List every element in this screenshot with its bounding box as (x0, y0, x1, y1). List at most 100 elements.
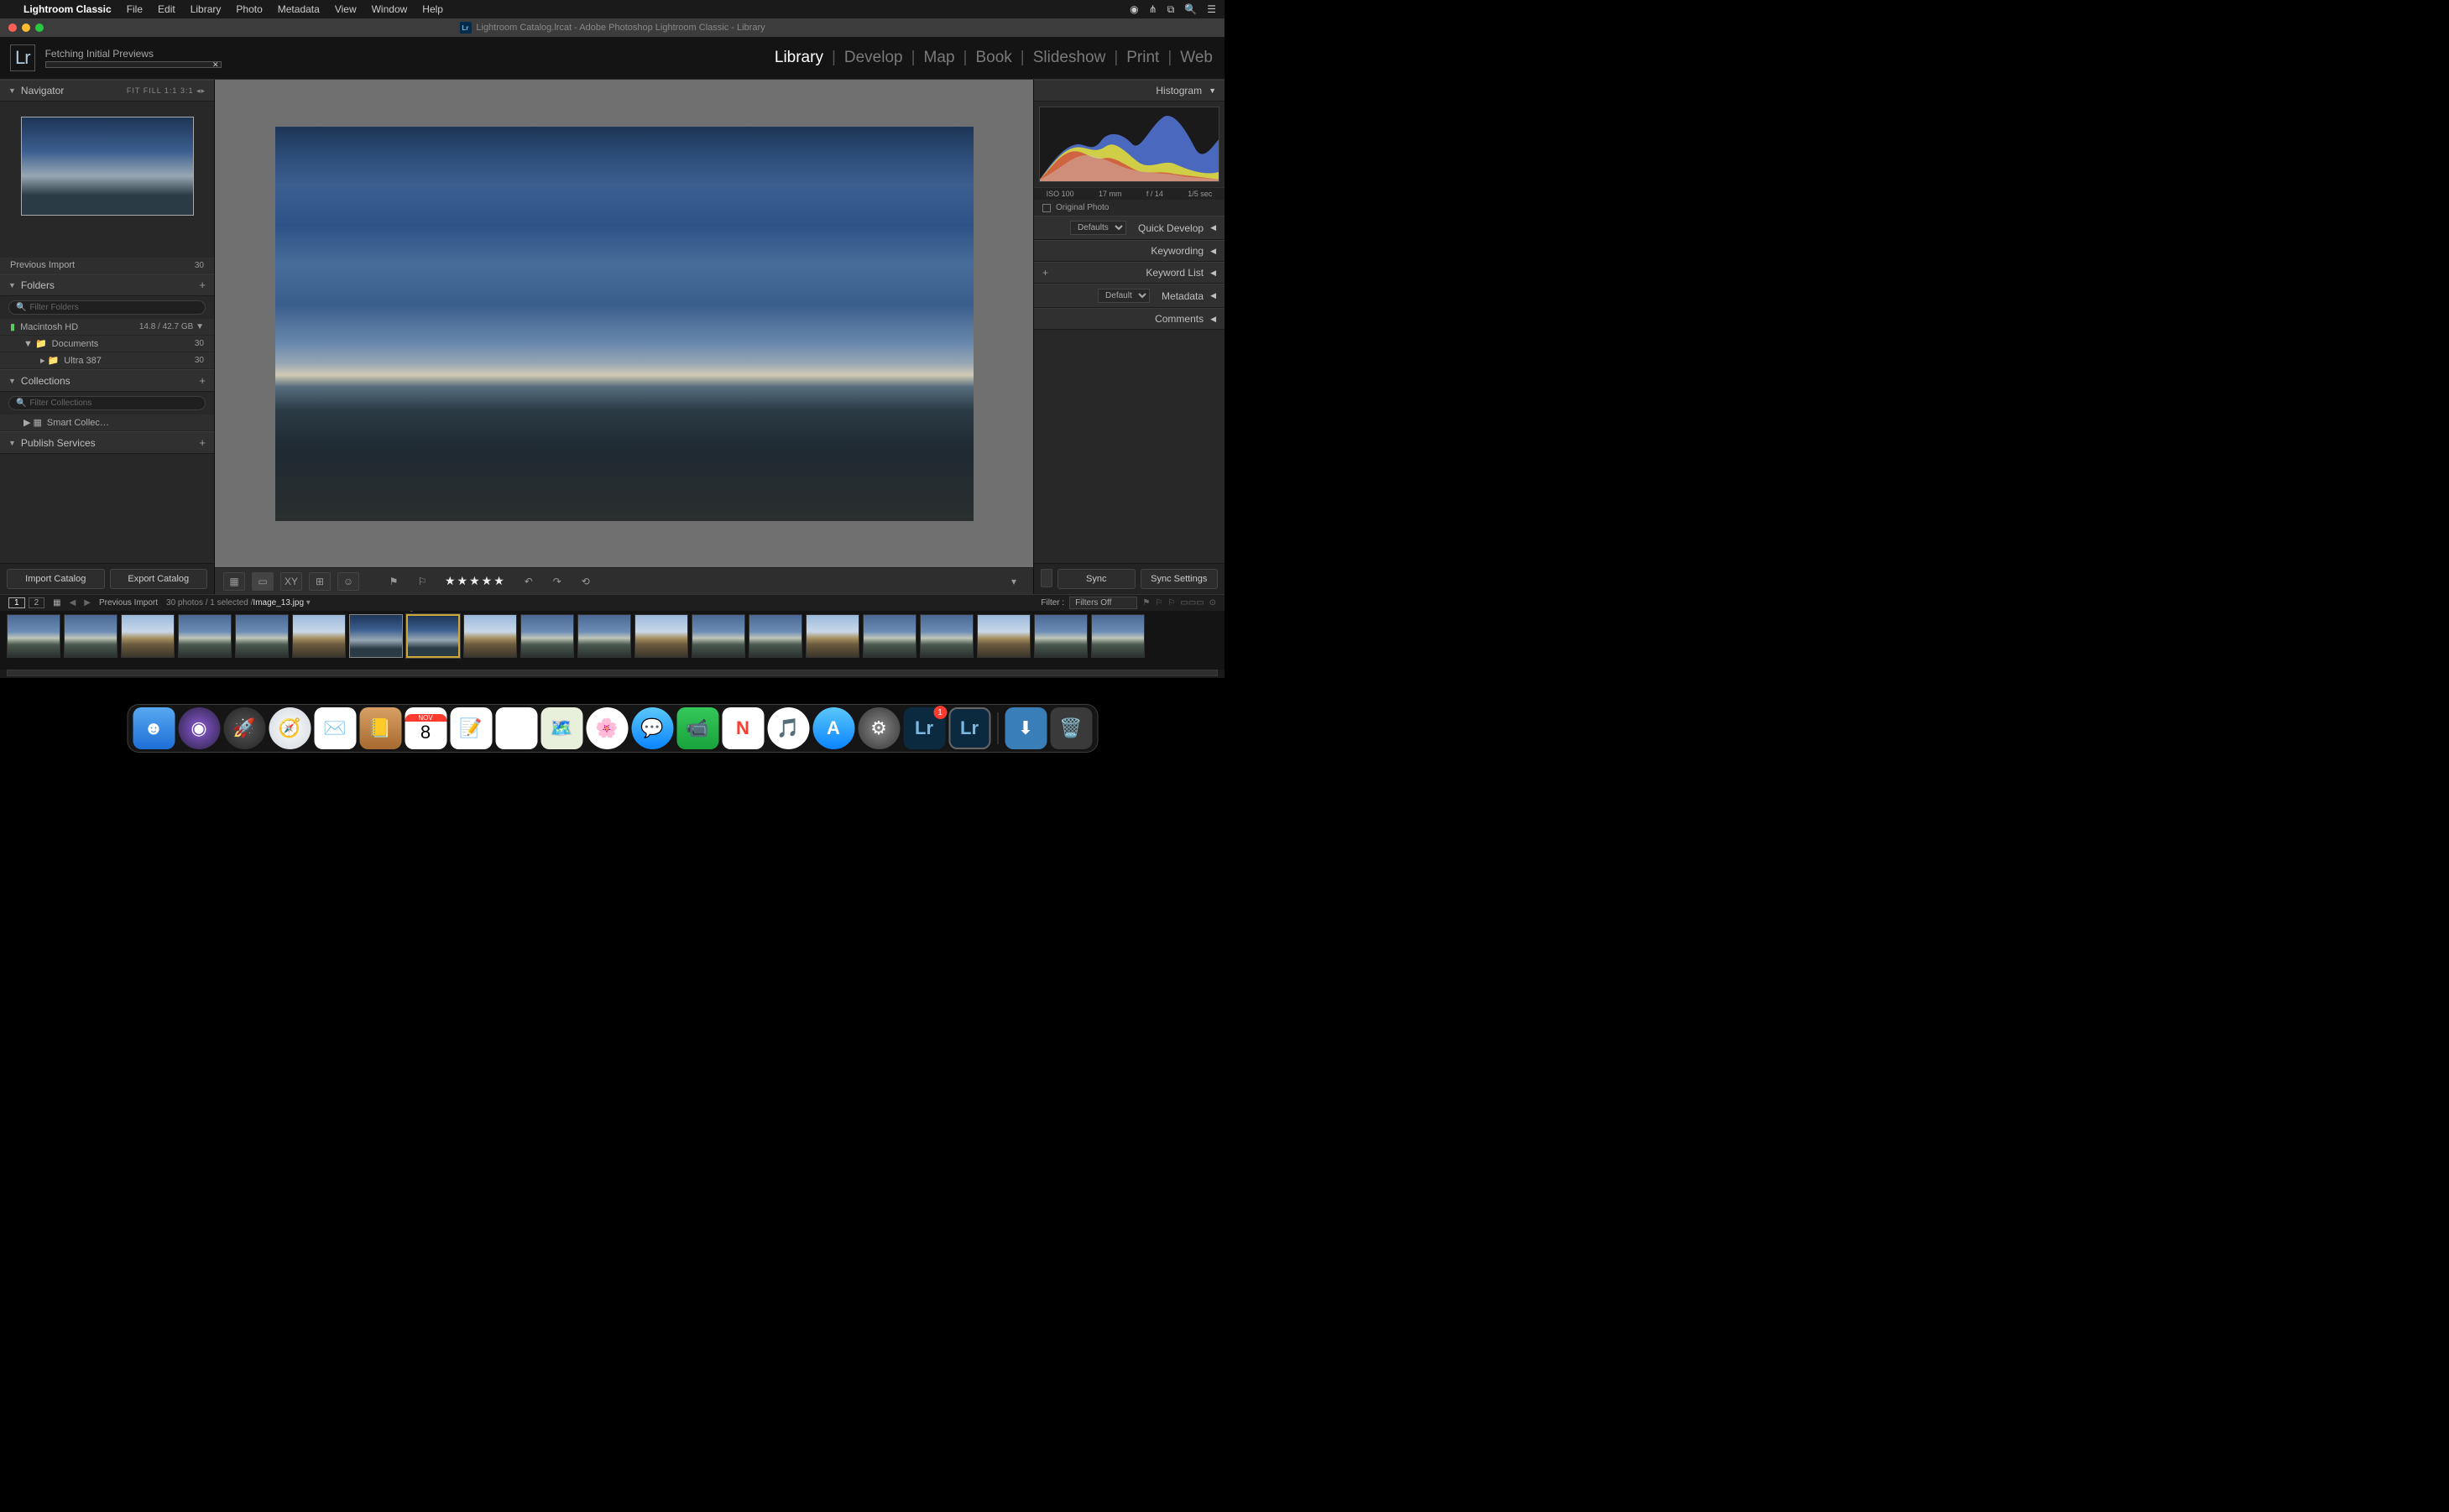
sync-icon[interactable]: ⟲ (575, 572, 597, 591)
rotate-ccw-button[interactable]: ↶ (518, 572, 540, 591)
folder-documents[interactable]: ▼ 📁 Documents 30 (0, 336, 214, 352)
filmstrip-thumb[interactable]: 17 (920, 614, 974, 658)
menubar-airplay-icon[interactable]: ⧉ (1167, 3, 1175, 16)
menu-help[interactable]: Help (422, 3, 443, 15)
menu-view[interactable]: View (335, 3, 357, 15)
menubar-notifications-icon[interactable]: ◉ (1130, 3, 1138, 15)
module-develop[interactable]: Develop (844, 49, 903, 67)
filmstrip-thumb[interactable]: 20 (1091, 614, 1145, 658)
filmstrip-thumb[interactable]: 9 (463, 614, 517, 658)
filmstrip-thumb[interactable]: 12 (634, 614, 688, 658)
secondary-display-1-button[interactable]: 1 (8, 597, 25, 608)
dock-maps-icon[interactable]: 🗺️ (540, 707, 582, 749)
dock-notes-icon[interactable]: 📝 (450, 707, 492, 749)
app-name[interactable]: Lightroom Classic (23, 3, 112, 15)
dock-siri-icon[interactable]: ◉ (178, 707, 220, 749)
filmstrip-thumb[interactable]: 6 (292, 614, 346, 658)
progress-cancel-icon[interactable]: ✕ (212, 60, 219, 70)
dock-settings-icon[interactable]: ⚙︎ (858, 707, 900, 749)
collections-header[interactable]: ▼Collections + (0, 369, 214, 392)
filmstrip-prev-button[interactable]: ◀ (70, 598, 76, 607)
filter-select[interactable]: Filters Off (1069, 597, 1137, 609)
filter-collections-input[interactable]: 🔍 Filter Collections (8, 396, 206, 410)
dock-contacts-icon[interactable]: 📒 (359, 707, 401, 749)
menubar-bluetooth-icon[interactable]: ⋔ (1149, 3, 1157, 15)
filmstrip-thumb[interactable]: 2 (64, 614, 117, 658)
dock-music-icon[interactable]: 🎵 (767, 707, 809, 749)
filter-flag-pick-icon[interactable]: ⚑ (1142, 598, 1150, 607)
window-close-button[interactable] (8, 23, 17, 32)
import-catalog-button[interactable]: Import Catalog (7, 569, 105, 589)
filmstrip-thumb[interactable]: 1 (7, 614, 60, 658)
flag-pick-button[interactable]: ⚑ (383, 572, 405, 591)
menu-library[interactable]: Library (191, 3, 222, 15)
dock-reminders-icon[interactable]: ☑︎ (495, 707, 537, 749)
rotate-cw-button[interactable]: ↷ (546, 572, 568, 591)
original-photo-checkbox[interactable]: Original Photo (1034, 200, 1224, 216)
module-book[interactable]: Book (975, 49, 1011, 67)
filmstrip-thumb[interactable]: 16 (863, 614, 916, 658)
dock-lightroom-active-icon[interactable]: Lr (948, 707, 990, 749)
collections-add-icon[interactable]: + (199, 374, 206, 387)
main-photo[interactable] (275, 127, 974, 521)
filmstrip-next-button[interactable]: ▶ (84, 598, 91, 607)
publish-add-icon[interactable]: + (199, 436, 206, 449)
keyword-list-add-icon[interactable]: + (1042, 267, 1048, 279)
filter-lock-icon[interactable]: ⊙ (1209, 598, 1216, 607)
filmstrip-thumb[interactable]: 3 (121, 614, 175, 658)
menu-metadata[interactable]: Metadata (278, 3, 320, 15)
filmstrip-thumb[interactable]: 15 (806, 614, 859, 658)
dock-trash-icon[interactable]: 🗑️ (1050, 707, 1092, 749)
window-maximize-button[interactable] (35, 23, 44, 32)
dock-facetime-icon[interactable]: 📹 (676, 707, 718, 749)
filmstrip-thumb[interactable]: 19 (1034, 614, 1088, 658)
module-print[interactable]: Print (1126, 49, 1159, 67)
grid-view-button[interactable]: ▦ (223, 572, 245, 591)
filmstrip-thumb[interactable]: 8 (406, 614, 460, 658)
survey-view-button[interactable]: ⊞ (309, 572, 331, 591)
navigator-header[interactable]: ▼Navigator FIT FILL 1:1 3:1 ◂▸ (0, 80, 214, 102)
dock-messages-icon[interactable]: 💬 (631, 707, 673, 749)
filmstrip-thumb[interactable]: 13 (692, 614, 745, 658)
filter-color-label-icon[interactable]: ▭▭▭ (1180, 598, 1204, 607)
comments-header[interactable]: Comments◀ (1034, 308, 1224, 330)
module-map[interactable]: Map (924, 49, 955, 67)
keyword-list-header[interactable]: + Keyword List◀ (1034, 262, 1224, 284)
menu-window[interactable]: Window (372, 3, 408, 15)
filter-flag-reject-icon[interactable]: ⚐ (1167, 598, 1175, 607)
quick-develop-header[interactable]: Defaults Quick Develop◀ (1034, 216, 1224, 240)
histogram-header[interactable]: Histogram▼ (1034, 80, 1224, 102)
dock-mail-icon[interactable]: ✉️ (314, 707, 356, 749)
menu-edit[interactable]: Edit (158, 3, 175, 15)
quick-develop-preset-select[interactable]: Defaults (1070, 221, 1126, 235)
filmstrip-thumb[interactable]: 5 (235, 614, 289, 658)
filmstrip-thumb[interactable]: 18 (977, 614, 1031, 658)
export-catalog-button[interactable]: Export Catalog (110, 569, 208, 589)
folders-add-icon[interactable]: + (199, 279, 206, 291)
previous-import-row[interactable]: Previous Import 30 (0, 258, 214, 274)
sync-toggle-button[interactable] (1041, 569, 1052, 587)
metadata-preset-select[interactable]: Default (1098, 289, 1150, 303)
filmstrip[interactable]: 1234567891011121314151617181920 (0, 611, 1224, 670)
toolbar-menu-button[interactable]: ▾ (1003, 572, 1025, 591)
module-web[interactable]: Web (1180, 49, 1213, 67)
folders-header[interactable]: ▼Folders + (0, 274, 214, 296)
dock-downloads-icon[interactable]: ⬇︎ (1005, 707, 1047, 749)
dock-lightroom-icon[interactable]: Lr1 (903, 707, 945, 749)
sync-settings-button[interactable]: Sync Settings (1141, 569, 1219, 589)
compare-view-button[interactable]: XY (280, 572, 302, 591)
dock-photos-icon[interactable]: 🌸 (586, 707, 628, 749)
disk-row[interactable]: ▮Macintosh HD 14.8 / 42.7 GB ▼ (0, 319, 214, 336)
dock-calendar-icon[interactable]: NOV 8 (405, 707, 446, 749)
menu-file[interactable]: File (127, 3, 143, 15)
keywording-header[interactable]: Keywording◀ (1034, 240, 1224, 262)
filmstrip-thumb[interactable]: 14 (749, 614, 802, 658)
dock-finder-icon[interactable]: ☻ (133, 707, 175, 749)
filmstrip-scrollbar[interactable] (0, 670, 1224, 678)
filmstrip-thumb[interactable]: 7 (349, 614, 403, 658)
dock-launchpad-icon[interactable]: 🚀 (223, 707, 265, 749)
loupe-view-button[interactable]: ▭ (252, 572, 274, 591)
filmstrip-grid-icon[interactable]: ▦ (53, 598, 60, 607)
navigator-zoom-opts[interactable]: FIT FILL 1:1 3:1 ◂▸ (127, 86, 206, 96)
metadata-header[interactable]: Default Metadata◀ (1034, 284, 1224, 308)
